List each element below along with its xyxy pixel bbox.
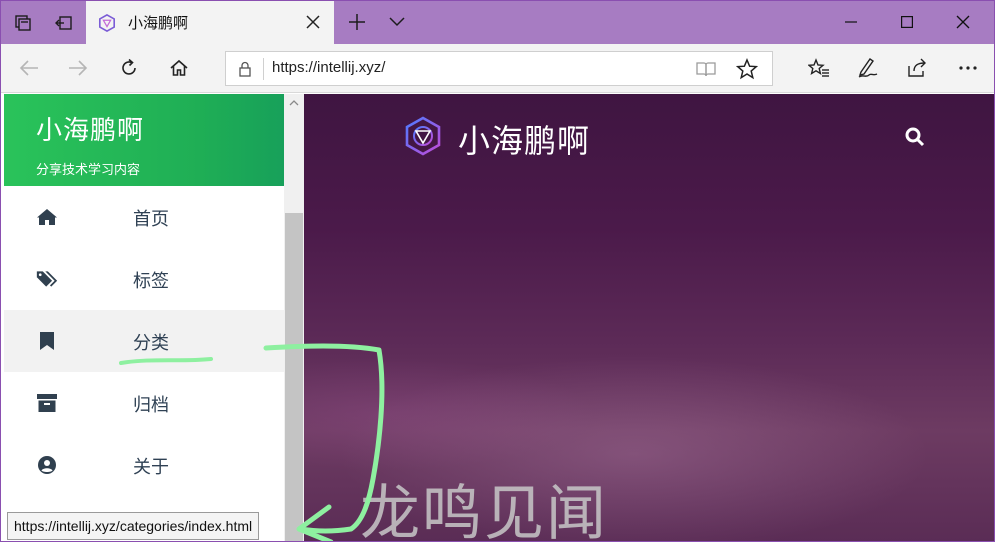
share-icon[interactable] xyxy=(903,54,931,82)
sidebar-item-tags[interactable]: 标签 xyxy=(4,248,285,310)
active-tab[interactable]: 小海鹏啊 xyxy=(86,1,334,44)
archive-icon xyxy=(36,392,58,414)
refresh-icon[interactable] xyxy=(115,54,143,82)
tags-icon xyxy=(36,268,58,290)
set-tabs-aside-icon[interactable] xyxy=(52,11,76,35)
scroll-thumb[interactable] xyxy=(285,213,303,541)
close-window-icon[interactable] xyxy=(948,7,978,37)
title-bar: 小海鹏啊 xyxy=(1,1,994,44)
site-sidebar: 小海鹏啊 分享技术学习内容 首页 标签 分类 归档 关于 xyxy=(4,94,285,541)
site-title[interactable]: 小海鹏啊 xyxy=(458,116,590,162)
close-tab-icon[interactable] xyxy=(302,11,324,33)
page-hero: 小海鹏啊 龙鸣见闻 xyxy=(304,94,994,542)
reading-view-icon[interactable] xyxy=(696,60,716,78)
browser-window: 小海鹏啊 https://intellij.xyz/ 小海鹏啊 分享技术学习内容… xyxy=(0,0,995,542)
address-bar[interactable]: https://intellij.xyz/ xyxy=(225,51,773,86)
favorites-list-icon[interactable] xyxy=(805,54,833,82)
sidebar-item-label: 首页 xyxy=(133,209,169,230)
more-options-icon[interactable] xyxy=(954,54,982,82)
sidebar-item-home[interactable]: 首页 xyxy=(4,186,285,248)
sidebar-item-categories[interactable]: 分类 xyxy=(4,310,285,372)
sidebar-item-label: 标签 xyxy=(133,271,169,292)
sidebar-item-archives[interactable]: 归档 xyxy=(4,372,285,434)
tab-preview-chevron-down-icon[interactable] xyxy=(386,10,408,34)
link-status-tooltip: https://intellij.xyz/categories/index.ht… xyxy=(7,512,260,540)
sidebar-item-about[interactable]: 关于 xyxy=(4,434,285,496)
home-button-icon[interactable] xyxy=(165,54,193,82)
sidebar-brand[interactable]: 小海鹏啊 分享技术学习内容 xyxy=(4,94,285,186)
home-icon xyxy=(36,206,58,228)
bookmark-icon xyxy=(36,330,58,352)
back-arrow-icon[interactable] xyxy=(15,54,43,82)
navigation-bar: https://intellij.xyz/ xyxy=(1,44,994,93)
minimize-icon[interactable] xyxy=(836,7,866,37)
search-icon[interactable] xyxy=(904,126,926,148)
site-logo-icon[interactable] xyxy=(403,116,443,156)
add-favorite-star-icon[interactable] xyxy=(736,58,758,80)
address-separator xyxy=(263,58,264,80)
new-tab-icon[interactable] xyxy=(345,10,369,34)
site-favicon-icon xyxy=(98,13,116,32)
sidebar-item-label: 归档 xyxy=(133,395,169,416)
lock-icon[interactable] xyxy=(236,60,254,78)
tab-title: 小海鹏啊 xyxy=(128,14,189,32)
brand-title[interactable]: 小海鹏啊 xyxy=(36,110,285,147)
scroll-up-arrow-icon[interactable] xyxy=(288,97,300,109)
url-text[interactable]: https://intellij.xyz/ xyxy=(272,59,385,76)
forward-arrow-icon[interactable] xyxy=(64,54,92,82)
sidebar-item-label: 分类 xyxy=(133,333,169,354)
user-circle-icon xyxy=(36,454,58,476)
sidebar-scrollbar[interactable] xyxy=(284,94,304,541)
watermark-text: 龙鸣见闻 xyxy=(360,479,608,542)
web-note-pen-icon[interactable] xyxy=(854,54,882,82)
sidebar-item-label: 关于 xyxy=(133,457,169,478)
maximize-icon[interactable] xyxy=(892,7,922,37)
tab-actions-icon[interactable] xyxy=(11,11,35,35)
brand-subtitle: 分享技术学习内容 xyxy=(36,163,141,178)
